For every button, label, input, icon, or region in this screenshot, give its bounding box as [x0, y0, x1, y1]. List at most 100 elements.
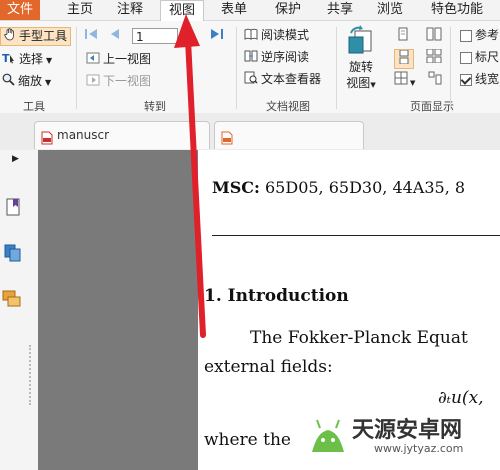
- menu-tab-browse[interactable]: 浏览: [370, 0, 410, 20]
- checkbox-checked-icon: [460, 73, 472, 86]
- comments-icon[interactable]: [2, 290, 22, 311]
- next-view-label: 下一视图: [103, 74, 152, 88]
- reverse-reading-label: 逆序阅读: [261, 50, 310, 64]
- chevron-down-icon: ▼: [370, 81, 376, 89]
- reverse-reading-button[interactable]: 逆序阅读: [244, 49, 309, 66]
- reading-mode-label: 阅读模式: [261, 28, 310, 42]
- prev-page-button[interactable]: [110, 28, 120, 44]
- group-separator: [76, 27, 77, 109]
- bookmark-icon[interactable]: [6, 198, 20, 219]
- continuous-page-icon: [397, 49, 411, 67]
- menu-tab-share[interactable]: 共享: [320, 0, 360, 20]
- paragraph-line-1: The Fokker-Planck Equat: [250, 328, 468, 348]
- checkbox-icon: [460, 29, 472, 42]
- checkbox-icon: [460, 51, 472, 64]
- formula: ∂ₜu(x,: [438, 388, 484, 408]
- cover-page-button[interactable]: [428, 71, 442, 89]
- prev-page-icon: [110, 29, 120, 43]
- reference-checkbox[interactable]: 参考: [460, 27, 499, 43]
- prev-view-label: 上一视图: [103, 52, 152, 66]
- group-label-docview: 文档视图: [266, 100, 310, 113]
- last-page-icon: [210, 29, 224, 43]
- select-button[interactable]: T 选择 ▼: [2, 51, 52, 69]
- rotate-view-label-2: 视图: [346, 76, 371, 90]
- chevron-down-icon: ▼: [45, 78, 52, 87]
- menu-tab-home[interactable]: 主页: [60, 0, 100, 20]
- rotate-view-button[interactable]: 旋转 视图▼: [344, 25, 378, 93]
- rotate-view-label-2-wrap: 视图▼: [344, 75, 378, 93]
- hand-icon: [4, 28, 16, 45]
- next-page-button[interactable]: [186, 28, 196, 44]
- ribbon: 手型工具 T 选择 ▼ 缩放 ▼ 工具 1 上一视图 下一视图 转到 阅读模式 逆序…: [0, 21, 500, 114]
- group-separator: [450, 27, 451, 109]
- last-page-button[interactable]: [210, 28, 224, 44]
- next-view-icon: [86, 74, 100, 90]
- hand-tool-label: 手型工具: [19, 29, 68, 43]
- continuous-page-button[interactable]: [394, 49, 414, 69]
- expand-panel-icon[interactable]: ▶: [12, 154, 19, 164]
- document-tab[interactable]: manuscr: [34, 121, 210, 149]
- panel-resize-handle[interactable]: [29, 345, 33, 405]
- watermark-name: 天源安卓网: [352, 418, 463, 443]
- zoom-button[interactable]: 缩放 ▼: [2, 73, 51, 91]
- pdf-file-icon: [221, 128, 233, 149]
- menu-tab-protect[interactable]: 保护: [268, 0, 308, 20]
- magnifier-icon: [2, 73, 15, 90]
- menu-tab-view[interactable]: 视图: [160, 0, 204, 22]
- text-viewer-button[interactable]: 文本查看器: [244, 71, 321, 88]
- paragraph-line-3: where the: [204, 430, 291, 450]
- continuous-facing-button[interactable]: [426, 48, 442, 67]
- reverse-pages-icon: [244, 50, 258, 66]
- continuous-facing-icon: [426, 48, 442, 66]
- ruler-label: 标尺: [475, 50, 500, 64]
- book-icon: [244, 28, 258, 44]
- watermark-logo-icon: [308, 412, 348, 459]
- section-heading: 1. Introduction: [204, 286, 349, 306]
- ruler-checkbox[interactable]: 标尺: [460, 49, 499, 65]
- facing-pages-icon: [426, 27, 442, 44]
- menu-tab-form[interactable]: 表单: [214, 0, 254, 20]
- menu-bar: 文件 主页 注释 视图 表单 保护 共享 浏览 特色功能: [0, 0, 500, 22]
- first-page-icon: [84, 29, 98, 43]
- site-watermark: 天源安卓网 www.jytyaz.com: [300, 410, 500, 470]
- lineweight-checkbox[interactable]: 线宽: [460, 71, 499, 87]
- reference-label: 参考: [475, 28, 500, 42]
- text-select-icon: T: [2, 51, 16, 68]
- chevron-down-icon: ▼: [410, 79, 416, 87]
- select-label: 选择: [19, 52, 44, 66]
- document-tab-label: manuscr: [57, 128, 110, 142]
- msc-line: MSC: 65D05, 65D30, 44A35, 8: [212, 178, 465, 197]
- single-page-button[interactable]: [396, 27, 410, 45]
- reading-mode-button[interactable]: 阅读模式: [244, 27, 309, 44]
- split-view-button[interactable]: ▼: [394, 71, 415, 91]
- pages-thumbnail-icon[interactable]: [4, 244, 22, 265]
- rotate-view-label-1: 旋转: [348, 60, 373, 74]
- prev-view-button[interactable]: 上一视图: [86, 51, 151, 68]
- prev-view-icon: [86, 52, 100, 68]
- document-tab-2[interactable]: [214, 121, 364, 149]
- svg-text:T: T: [2, 52, 10, 64]
- first-page-button[interactable]: [84, 28, 98, 44]
- msc-label: MSC:: [212, 178, 260, 197]
- facing-pages-button[interactable]: [426, 27, 442, 45]
- menu-tab-annotate[interactable]: 注释: [110, 0, 150, 20]
- pdf-file-icon: [41, 128, 53, 149]
- page-number-input[interactable]: 1: [132, 28, 178, 44]
- menu-tab-features[interactable]: 特色功能: [422, 0, 492, 20]
- left-navigation-panel: ▶: [0, 150, 39, 470]
- zoom-label: 缩放: [18, 74, 43, 88]
- text-viewer-icon: [244, 71, 258, 88]
- menu-tab-file[interactable]: 文件: [0, 0, 40, 20]
- rotate-view-icon: [344, 25, 378, 59]
- next-view-button[interactable]: 下一视图: [86, 73, 151, 90]
- group-separator: [236, 27, 237, 109]
- group-label-pagedisplay: 页面显示: [410, 100, 454, 113]
- document-tab-strip: manuscr: [0, 113, 500, 151]
- chevron-down-icon: ▼: [46, 56, 53, 65]
- group-label-goto: 转到: [144, 100, 166, 113]
- paragraph-line-2: external fields:: [204, 357, 333, 377]
- text-viewer-label: 文本查看器: [261, 72, 322, 86]
- single-page-icon: [396, 27, 410, 44]
- hand-tool-button[interactable]: 手型工具: [0, 27, 72, 46]
- watermark-url: www.jytyaz.com: [374, 442, 464, 455]
